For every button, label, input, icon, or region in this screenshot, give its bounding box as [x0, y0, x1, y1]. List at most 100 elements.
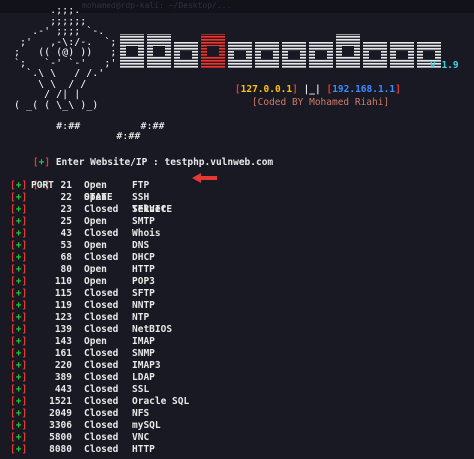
row-state: Closed	[84, 300, 119, 311]
banner-letter-notch	[342, 46, 354, 56]
table-row: [+] 53 Open DNS	[10, 240, 250, 252]
row-service: IMAP	[132, 336, 155, 347]
row-state: Open	[84, 192, 107, 203]
row-port: 68	[60, 252, 72, 263]
banner-letter-notch	[396, 51, 408, 59]
banner-letter-notch	[180, 51, 192, 59]
table-row: [+] 5800 Closed VNC	[10, 432, 250, 444]
row-state: Open	[84, 276, 107, 287]
banner-letter-notch	[261, 51, 273, 59]
row-state: Closed	[84, 348, 119, 359]
row-state: Closed	[84, 360, 119, 371]
row-port: 53	[60, 240, 72, 251]
row-service: NTP	[132, 312, 150, 323]
row-port: 115	[54, 288, 72, 299]
table-row: [+] 143 Open IMAP	[10, 336, 250, 348]
row-port: 23	[60, 204, 72, 215]
row-service: NFS	[132, 408, 150, 419]
row-port: 443	[54, 384, 72, 395]
row-state: Closed	[84, 228, 119, 239]
row-port: 123	[54, 312, 72, 323]
table-row: [+] 115 Closed SFTP	[10, 288, 250, 300]
ascii-art-logo: .;;;. ;;;;;; .-' ;;;; `-. ;' ,-\:/-. `; …	[14, 5, 165, 142]
row-state: Open	[84, 336, 107, 347]
banner-letter-notch	[234, 51, 246, 59]
table-row: [+] 22 Open SSH	[10, 192, 250, 204]
banner-letter-notch	[369, 51, 381, 59]
row-service: SSL	[132, 384, 150, 395]
banner-letter-notch	[423, 51, 435, 59]
table-row: [+] 123 Closed NTP	[10, 312, 250, 324]
table-row: [+] 23 Closed Telnet	[10, 204, 250, 216]
row-port: 110	[54, 276, 72, 287]
row-service: Telnet	[132, 204, 167, 215]
banner-letter-notch	[315, 51, 327, 59]
table-row: [+] 21 Open FTP	[10, 180, 250, 192]
credit-text: Coded BY Mohamed Riahi	[257, 97, 384, 108]
row-service: Whois	[132, 228, 161, 239]
table-row: [+] 110 Open POP3	[10, 276, 250, 288]
table-row: [+] 25 Open SMTP	[10, 216, 250, 228]
table-row: [+] 43 Closed Whois	[10, 228, 250, 240]
row-state: Closed	[84, 396, 119, 407]
row-state: Closed	[84, 288, 119, 299]
table-row: [+] 80 Open HTTP	[10, 264, 250, 276]
table-row: [+] 1521 Closed Oracle SQL	[10, 396, 250, 408]
row-state: Open	[84, 264, 107, 275]
row-state: Closed	[84, 312, 119, 323]
row-state: Open	[84, 240, 107, 251]
table-row: [+] 8080 Closed HTTP	[10, 444, 250, 456]
row-service: HTTP	[132, 264, 155, 275]
table-row: [+] 2049 Closed NFS	[10, 408, 250, 420]
row-service: DNS	[132, 240, 150, 251]
row-service: mySQL	[132, 420, 161, 431]
row-port: 1521	[49, 396, 72, 407]
credit-close-bracket: ]	[383, 97, 390, 108]
row-service: LDAP	[132, 372, 155, 383]
row-service: POP3	[132, 276, 155, 287]
row-service: SMTP	[132, 216, 155, 227]
row-port: 220	[54, 360, 72, 371]
row-state: Open	[84, 180, 107, 191]
row-port: 25	[60, 216, 72, 227]
row-port: 143	[54, 336, 72, 347]
version-label: V 1.9	[430, 60, 459, 71]
credit-line: [Coded BY Mohamed Riahi]	[229, 86, 389, 119]
row-service: SSH	[132, 192, 150, 203]
row-service: DHCP	[132, 252, 155, 263]
row-service: NetBIOS	[132, 324, 173, 335]
table-row: [+] 443 Closed SSL	[10, 384, 250, 396]
prompt-label: Enter Website/IP :	[50, 157, 165, 168]
banner-letter-notch	[153, 46, 165, 56]
row-state: Closed	[84, 204, 119, 215]
row-port: 119	[54, 300, 72, 311]
row-service: SNMP	[132, 348, 155, 359]
row-port: 21	[60, 180, 72, 191]
table-row: [+] 220 Closed IMAP3	[10, 360, 250, 372]
row-state: Closed	[84, 444, 119, 455]
row-state: Closed	[84, 372, 119, 383]
row-port: 43	[60, 228, 72, 239]
row-service: IMAP3	[132, 360, 161, 371]
table-row: [+] 161 Closed SNMP	[10, 348, 250, 360]
row-state: Closed	[84, 432, 119, 443]
row-state: Closed	[84, 252, 119, 263]
row-state: Closed	[84, 420, 119, 431]
banner-logo: TheInspektor	[120, 30, 445, 72]
row-port: 8080	[49, 444, 72, 455]
row-port: 389	[54, 372, 72, 383]
row-port: 161	[54, 348, 72, 359]
row-service: FTP	[132, 180, 150, 191]
row-port: 22	[60, 192, 72, 203]
row-port: 139	[54, 324, 72, 335]
row-service: HTTP	[132, 444, 155, 455]
row-service: SFTP	[132, 288, 155, 299]
table-row: [+] 389 Closed LDAP	[10, 372, 250, 384]
row-port: 80	[60, 264, 72, 275]
row-service: NNTP	[132, 300, 155, 311]
table-row: [+] 119 Closed NNTP	[10, 300, 250, 312]
banner-letter-notch	[288, 51, 300, 59]
row-port: 3306	[49, 420, 72, 431]
table-row: [+] 139 Closed NetBIOS	[10, 324, 250, 336]
terminal-window[interactable]: mohamed@rdp-kali: ~/Desktop/... .;;;. ;;…	[0, 0, 474, 459]
